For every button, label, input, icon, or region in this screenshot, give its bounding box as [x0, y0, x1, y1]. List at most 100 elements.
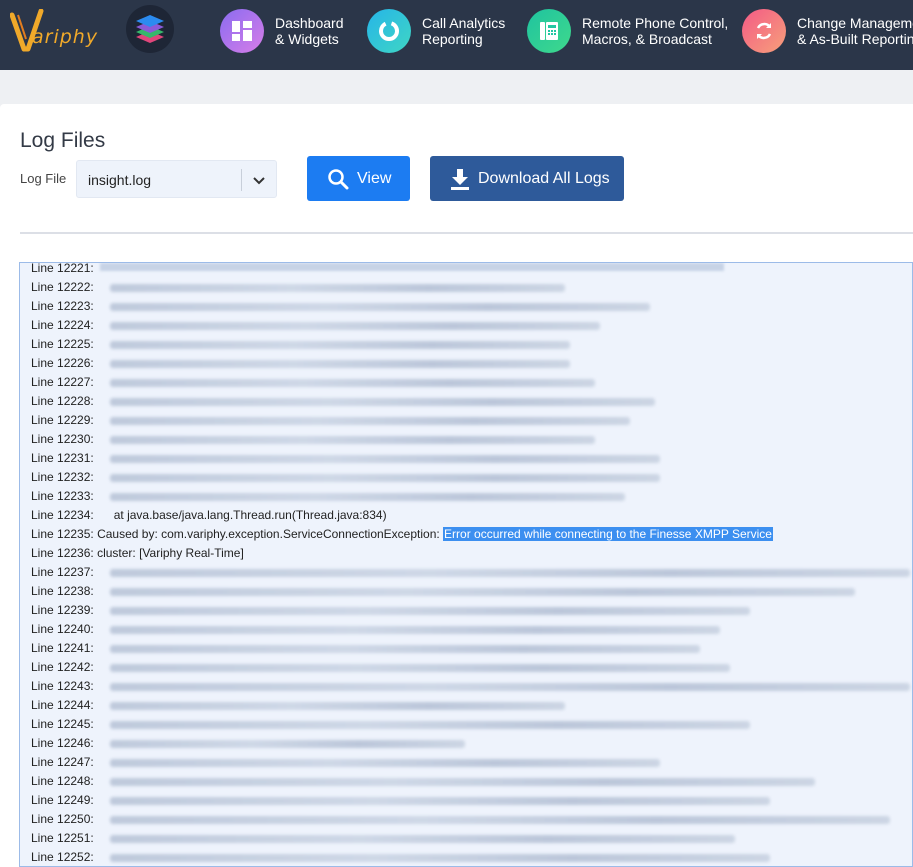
- log-line-number: Line 12229:: [31, 413, 94, 427]
- redacted-log-text: [110, 645, 700, 653]
- dashboard-icon: [220, 9, 264, 53]
- log-line-number: Line 12248:: [31, 774, 94, 788]
- log-line-number: Line 12245:: [31, 717, 94, 731]
- top-navigation: ariphy Dashboard & Widgets Call Analytic…: [0, 0, 913, 70]
- log-line: Line 12226:: [31, 354, 570, 373]
- log-line: Line 12248:: [31, 772, 815, 791]
- redacted-log-text: [110, 284, 565, 292]
- nav-analytics-line2: Reporting: [422, 31, 483, 47]
- log-line: Line 12241:: [31, 639, 700, 658]
- log-line: Line 12227:: [31, 373, 595, 392]
- log-line: Line 12235: Caused by: com.variphy.excep…: [31, 525, 773, 544]
- log-line-number: Line 12232:: [31, 470, 94, 484]
- redacted-log-text: [110, 474, 660, 482]
- log-line-number: Line 12233:: [31, 489, 94, 503]
- nav-change-line2: & As-Built Reporting: [797, 31, 913, 47]
- log-line-number: Line 12226:: [31, 356, 94, 370]
- log-line-number: Line 12231:: [31, 451, 94, 465]
- log-line-number: Line 12223:: [31, 299, 94, 313]
- log-line-text: at java.base/java.lang.Thread.run(Thread…: [93, 508, 387, 522]
- log-line-number: Line 12238:: [31, 584, 94, 598]
- log-line: Line 12243:: [31, 677, 910, 696]
- log-line: Line 12246:: [31, 734, 465, 753]
- log-file-select-value: insight.log: [88, 172, 152, 188]
- search-icon: [328, 169, 349, 190]
- log-line-text: cluster: [Variphy Real-Time]: [93, 546, 244, 560]
- log-line: Line 12231:: [31, 449, 660, 468]
- view-button[interactable]: View: [307, 156, 410, 201]
- redacted-log-text: [110, 303, 650, 311]
- log-line: Line 12228:: [31, 392, 655, 411]
- log-line-number: Line 12244:: [31, 698, 94, 712]
- view-button-label: View: [357, 170, 392, 187]
- redacted-log-text: [110, 854, 770, 862]
- redacted-log-text: [110, 436, 595, 444]
- log-line: Line 12236: cluster: [Variphy Real-Time]: [31, 544, 244, 563]
- log-line-number: Line 12243:: [31, 679, 94, 693]
- nav-dashboard-line1: Dashboard: [275, 15, 344, 31]
- apps-menu-button[interactable]: [126, 5, 174, 53]
- redacted-log-text: [110, 417, 630, 425]
- log-line-number: Line 12239:: [31, 603, 94, 617]
- log-line: Line 12223:: [31, 297, 650, 316]
- log-line-number: Line 12234:: [31, 508, 94, 522]
- log-file-select[interactable]: insight.log: [76, 160, 277, 198]
- redacted-log-text: [110, 797, 770, 805]
- log-line-number: Line 12241:: [31, 641, 94, 655]
- log-line-number: Line 12228:: [31, 394, 94, 408]
- redacted-log-text: [110, 607, 750, 615]
- nav-call-analytics[interactable]: Call Analytics Reporting: [367, 8, 512, 56]
- log-line-number: Line 12235:: [31, 527, 94, 541]
- page-title: Log Files: [20, 129, 106, 152]
- select-divider: [241, 169, 242, 191]
- log-line: Line 12238:: [31, 582, 855, 601]
- redacted-log-text: [110, 702, 565, 710]
- refresh-icon: [742, 9, 786, 53]
- redacted-log-text: [110, 379, 595, 387]
- log-line: Line 12221:: [31, 262, 94, 278]
- redacted-log-text: [110, 759, 660, 767]
- log-line-number: Line 12221:: [31, 262, 94, 275]
- log-line: Line 12244:: [31, 696, 565, 715]
- log-line-number: Line 12250:: [31, 812, 94, 826]
- log-viewer[interactable]: Line 12221: Line 12222: Line 12223: Line 12…: [19, 262, 913, 867]
- layers-icon: [136, 15, 164, 43]
- nav-dashboard-line2: & Widgets: [275, 31, 339, 47]
- log-line-number: Line 12242:: [31, 660, 94, 674]
- log-line-number: Line 12251:: [31, 831, 94, 845]
- variphy-logo[interactable]: ariphy: [10, 9, 97, 55]
- logo-text: ariphy: [32, 26, 99, 48]
- redacted-log-content: [100, 263, 724, 271]
- log-line: Line 12250:: [31, 810, 890, 829]
- analytics-icon: [367, 9, 411, 53]
- log-line-number: Line 12236:: [31, 546, 94, 560]
- redacted-log-text: [110, 493, 625, 501]
- log-line-number: Line 12227:: [31, 375, 94, 389]
- log-line: Line 12249:: [31, 791, 770, 810]
- nav-remote-phone-control[interactable]: Remote Phone Control, Macros, & Broadcas…: [527, 8, 729, 56]
- log-line: Line 12230:: [31, 430, 595, 449]
- nav-dashboard-widgets[interactable]: Dashboard & Widgets: [220, 8, 350, 56]
- nav-analytics-line1: Call Analytics: [422, 15, 506, 31]
- log-line-number: Line 12246:: [31, 736, 94, 750]
- phone-icon: [527, 9, 571, 53]
- divider: [20, 232, 913, 234]
- redacted-log-text: [110, 683, 910, 691]
- log-line: Line 12252:: [31, 848, 770, 866]
- redacted-log-text: [110, 569, 910, 577]
- download-all-logs-button[interactable]: Download All Logs: [430, 156, 624, 201]
- log-line: Line 12233:: [31, 487, 625, 506]
- log-line: Line 12239:: [31, 601, 750, 620]
- log-line: Line 12232:: [31, 468, 660, 487]
- log-line: Line 12234: at java.base/java.lang.Threa…: [31, 506, 387, 525]
- nav-phone-line1: Remote Phone Control,: [582, 15, 729, 31]
- nav-change-line1: Change Management: [797, 15, 913, 31]
- selected-text[interactable]: Error occurred while connecting to the F…: [443, 527, 773, 541]
- log-line: Line 12247:: [31, 753, 660, 772]
- chevron-down-icon[interactable]: [252, 173, 266, 187]
- log-line: Line 12229:: [31, 411, 630, 430]
- redacted-log-text: [110, 455, 660, 463]
- redacted-log-text: [110, 816, 890, 824]
- nav-change-management[interactable]: Change Management & As-Built Reporting: [742, 8, 913, 56]
- log-line: Line 12242:: [31, 658, 730, 677]
